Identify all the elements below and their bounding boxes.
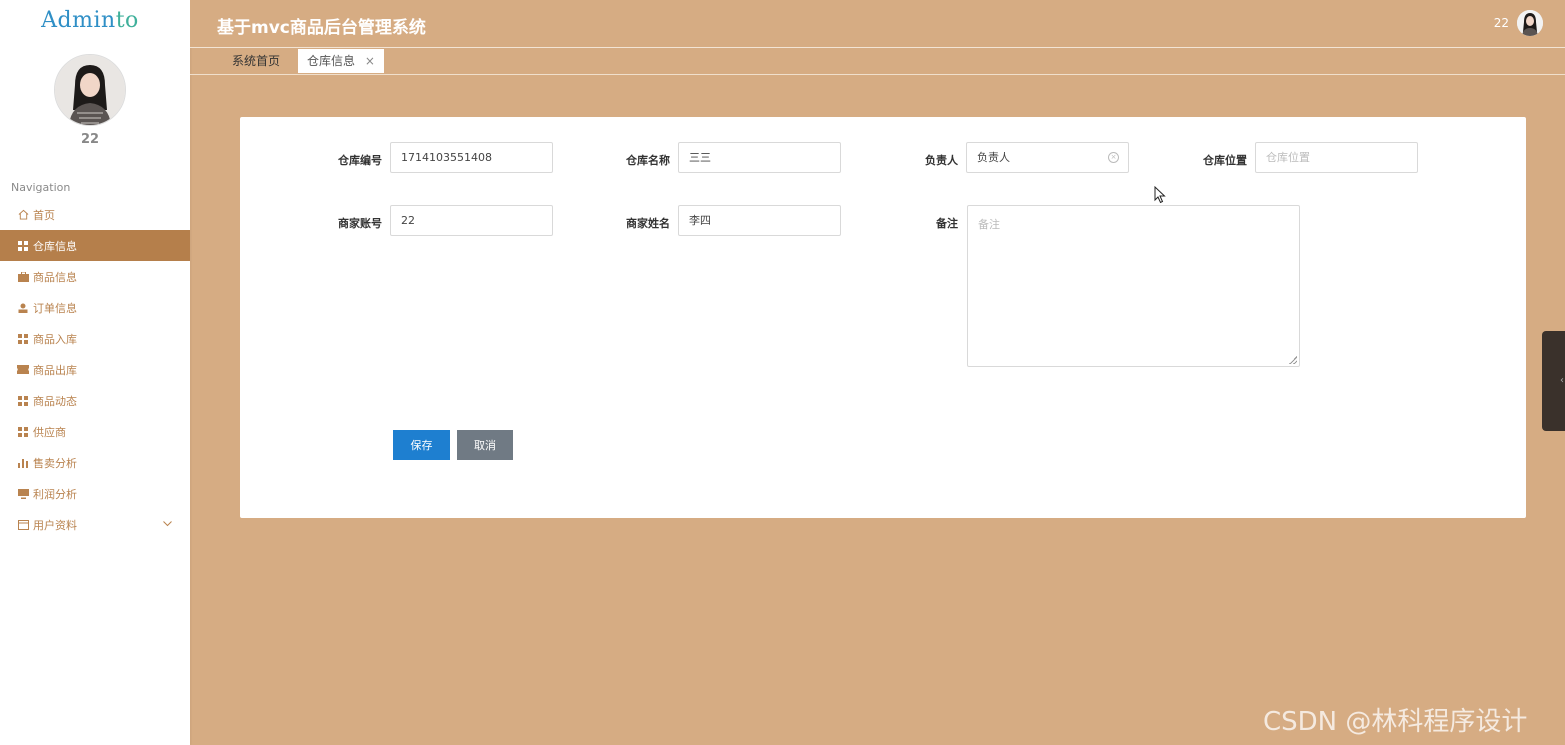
- remark-label: 备注: [936, 217, 958, 230]
- resize-handle-icon[interactable]: [1289, 356, 1297, 364]
- sidebar-item-orders[interactable]: 订单信息: [0, 292, 190, 323]
- sidebar-item-stock-out[interactable]: 商品出库: [0, 354, 190, 385]
- sidebar-item-label: 仓库信息: [33, 239, 77, 253]
- warehouse-form-card: 仓库编号 1714103551408 仓库名称 三三 负责人 负责人 × 仓库位…: [240, 117, 1526, 518]
- save-button[interactable]: 保存: [393, 430, 450, 460]
- sidebar-item-label: 用户资料: [33, 518, 77, 532]
- sidebar-item-label: 商品入库: [33, 332, 77, 346]
- logo-part1: Admin: [41, 8, 116, 33]
- location-label: 仓库位置: [1203, 154, 1247, 167]
- sidebar-item-products[interactable]: 商品信息: [0, 261, 190, 292]
- top-header: 基于mvc商品后台管理系统 22: [190, 0, 1565, 48]
- warehouse-no-label: 仓库编号: [338, 154, 382, 167]
- sidebar-item-label: 利润分析: [33, 487, 77, 501]
- sidebar-item-user-profile[interactable]: 用户资料: [0, 509, 190, 540]
- logo-part2: to: [115, 8, 139, 33]
- clear-icon[interactable]: ×: [1108, 152, 1119, 163]
- grid-icon: [17, 395, 29, 407]
- sidebar-item-label: 订单信息: [33, 301, 77, 315]
- logo[interactable]: Adminto: [0, 8, 180, 33]
- chevron-down-icon[interactable]: [163, 519, 172, 530]
- grid-icon: [17, 333, 29, 345]
- sidebar-nav: 首页 仓库信息 商品信息 订单信息 商品入库 商品出库 商品动态 供应商 售卖分…: [0, 199, 190, 540]
- manager-label: 负责人: [925, 154, 958, 167]
- header-user-name: 22: [1493, 16, 1509, 30]
- briefcase-icon: [17, 271, 29, 283]
- close-icon[interactable]: ×: [365, 54, 375, 68]
- merchant-name-label: 商家姓名: [626, 217, 670, 230]
- nav-section-title: Navigation: [11, 181, 71, 194]
- user-icon: [17, 302, 29, 314]
- side-panel-toggle[interactable]: ‹: [1542, 331, 1565, 431]
- grid-icon: [17, 426, 29, 438]
- merchant-name-input[interactable]: 李四: [678, 205, 841, 236]
- monitor-icon: [17, 488, 29, 500]
- manager-input[interactable]: 负责人 ×: [966, 142, 1129, 173]
- location-input[interactable]: 仓库位置: [1255, 142, 1418, 173]
- sidebar-user-name: 22: [80, 132, 100, 147]
- sidebar-item-label: 商品出库: [33, 363, 77, 377]
- warehouse-no-input[interactable]: 1714103551408: [390, 142, 553, 173]
- sidebar-item-dynamics[interactable]: 商品动态: [0, 385, 190, 416]
- mouse-cursor-icon: [1154, 186, 1166, 204]
- avatar[interactable]: [54, 54, 126, 126]
- sidebar-item-suppliers[interactable]: 供应商: [0, 416, 190, 447]
- remark-textarea[interactable]: 备注: [967, 205, 1300, 367]
- card-icon: [17, 519, 29, 531]
- sidebar: Adminto 22 Navigation 首页 仓库信息 商品信息 订单信息 …: [0, 0, 190, 745]
- sidebar-item-label: 售卖分析: [33, 456, 77, 470]
- sidebar-item-label: 商品动态: [33, 394, 77, 408]
- sidebar-item-label: 首页: [33, 208, 55, 222]
- sidebar-item-stock-in[interactable]: 商品入库: [0, 323, 190, 354]
- grid-icon: [17, 240, 29, 252]
- home-icon: [17, 209, 29, 221]
- header-avatar[interactable]: [1517, 10, 1543, 36]
- app-title: 基于mvc商品后台管理系统: [217, 18, 426, 38]
- tab-warehouse[interactable]: 仓库信息 ×: [298, 49, 384, 73]
- bar-chart-icon: [17, 457, 29, 469]
- ticket-icon: [17, 364, 29, 376]
- tab-bar: 系统首页 仓库信息 ×: [190, 48, 1565, 75]
- merchant-account-input[interactable]: 22: [390, 205, 553, 236]
- merchant-account-label: 商家账号: [338, 217, 382, 230]
- tab-label: 仓库信息: [307, 54, 356, 68]
- chevron-left-icon: ‹: [1560, 375, 1564, 386]
- avatar-photo-icon: [55, 55, 125, 125]
- manager-input-value: 负责人: [977, 151, 1010, 164]
- tab-home[interactable]: 系统首页: [223, 49, 289, 73]
- header-user-menu[interactable]: 22: [1494, 10, 1543, 36]
- watermark-text: CSDN @林科程序设计: [1263, 707, 1528, 737]
- sidebar-item-warehouse[interactable]: 仓库信息: [0, 230, 190, 261]
- warehouse-name-input[interactable]: 三三: [678, 142, 841, 173]
- cancel-button[interactable]: 取消: [457, 430, 513, 460]
- sidebar-item-sales-analysis[interactable]: 售卖分析: [0, 447, 190, 478]
- tab-label: 系统首页: [232, 54, 281, 68]
- sidebar-item-home[interactable]: 首页: [0, 199, 190, 230]
- sidebar-item-profit-analysis[interactable]: 利润分析: [0, 478, 190, 509]
- sidebar-item-label: 供应商: [33, 425, 66, 439]
- remark-placeholder: 备注: [978, 218, 1000, 231]
- avatar-photo-icon: [1517, 10, 1543, 36]
- warehouse-name-label: 仓库名称: [626, 154, 670, 167]
- sidebar-item-label: 商品信息: [33, 270, 77, 284]
